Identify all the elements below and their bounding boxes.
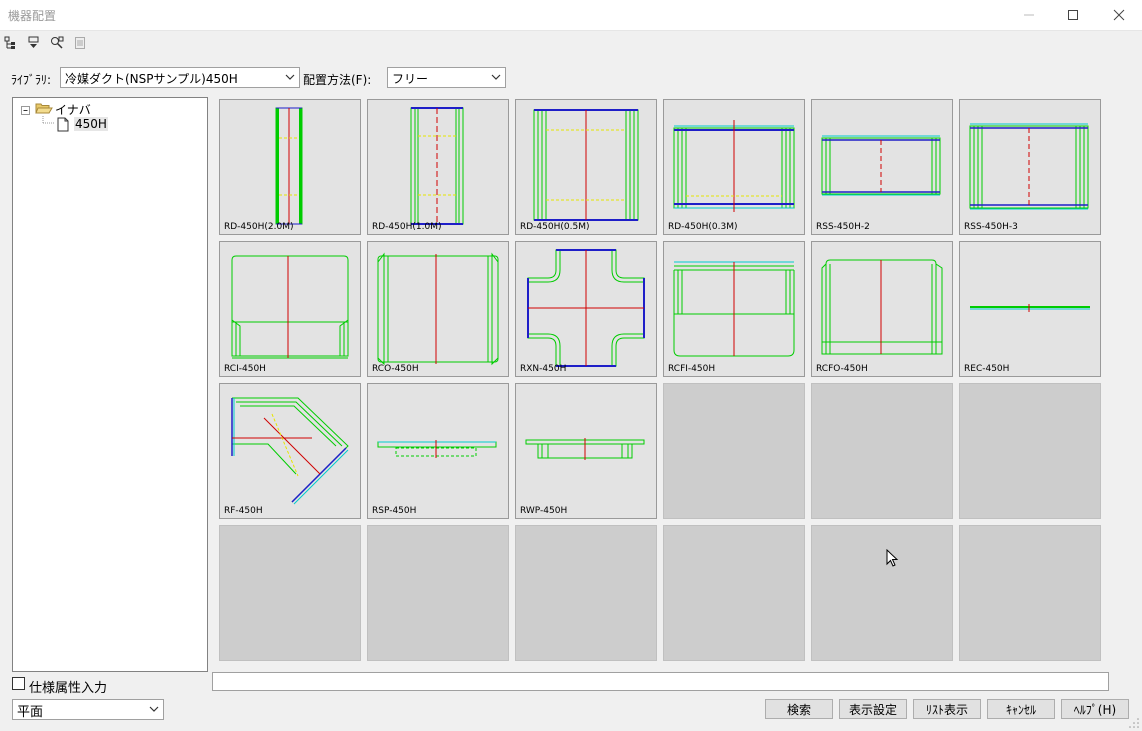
help-button[interactable]: ﾍﾙﾌﾟ(H) xyxy=(1061,699,1129,719)
item-thumbnail xyxy=(377,252,499,366)
empty-tile xyxy=(515,525,657,661)
item-grid: RD-450H(2.0M) RD-450H(1.0M) RD-450H(0.5M… xyxy=(212,92,1112,667)
placement-select[interactable]: フリー xyxy=(387,67,506,88)
empty-tile xyxy=(663,525,805,661)
item-tile[interactable]: RD-450H(0.3M) xyxy=(663,99,805,235)
item-label: RF-450H xyxy=(224,506,263,516)
tree-connector xyxy=(42,116,55,124)
item-tile[interactable]: RSS-450H-2 xyxy=(811,99,953,235)
placement-select-value: フリー xyxy=(392,72,429,86)
item-thumbnail xyxy=(527,249,645,367)
item-label: RSS-450H-2 xyxy=(816,222,870,232)
empty-tile xyxy=(663,383,805,519)
item-label: RCFI-450H xyxy=(668,364,716,374)
item-tile[interactable]: RWP-450H xyxy=(515,383,657,519)
item-label: RSP-450H xyxy=(372,506,417,516)
item-tile[interactable]: RXN-450H xyxy=(515,241,657,377)
empty-tile xyxy=(959,525,1101,661)
title-bar: 機器配置 xyxy=(0,0,1142,31)
item-tile[interactable]: RF-450H xyxy=(219,383,361,519)
view-select[interactable]: 平面 xyxy=(12,699,164,720)
status-field xyxy=(212,672,1109,691)
item-thumbnail xyxy=(673,261,795,357)
item-label: RCFO-450H xyxy=(816,364,868,374)
item-tile[interactable]: RSP-450H xyxy=(367,383,509,519)
display-settings-button[interactable]: 表示設定 xyxy=(839,699,907,719)
search-button[interactable]: 検索 xyxy=(765,699,833,719)
toolbar xyxy=(0,31,1142,57)
empty-tile xyxy=(367,525,509,661)
item-tile[interactable]: RCO-450H xyxy=(367,241,509,377)
library-select-value: 冷媒ダクト(NSPサンプル)450H xyxy=(65,72,238,86)
item-thumbnail xyxy=(410,107,464,225)
library-select[interactable]: 冷媒ダクト(NSPサンプル)450H xyxy=(60,67,300,88)
search-link-icon[interactable] xyxy=(48,34,66,52)
item-tile[interactable]: REC-450H xyxy=(959,241,1101,377)
empty-tile xyxy=(219,525,361,661)
item-label: RWP-450H xyxy=(520,506,568,516)
view-select-value: 平面 xyxy=(17,705,44,720)
item-label: RXN-450H xyxy=(520,364,567,374)
item-thumbnail xyxy=(970,304,1090,312)
empty-tile xyxy=(811,525,953,661)
item-thumbnail xyxy=(231,255,349,359)
library-label: ﾗｲﾌﾞﾗﾘ: xyxy=(11,73,52,87)
chevron-down-icon xyxy=(491,74,501,80)
item-thumbnail xyxy=(377,440,497,458)
item-tile[interactable]: RCI-450H xyxy=(219,241,361,377)
list-view-button[interactable]: ﾘｽﾄ表示 xyxy=(913,699,981,719)
tree-root-label[interactable]: イナバ xyxy=(55,101,91,118)
chevron-down-icon xyxy=(149,706,159,712)
mouse-cursor-icon xyxy=(886,549,899,567)
item-thumbnail xyxy=(673,120,795,212)
minimize-button[interactable] xyxy=(1006,0,1052,30)
tree-expand-icon[interactable] xyxy=(2,34,20,52)
item-label: RD-450H(2.0M) xyxy=(224,222,294,232)
item-tile[interactable]: RD-450H(0.5M) xyxy=(515,99,657,235)
item-thumbnail xyxy=(275,107,303,225)
item-thumbnail xyxy=(533,109,639,221)
item-label: RSS-450H-3 xyxy=(964,222,1018,232)
item-tile[interactable]: RD-450H(2.0M) xyxy=(219,99,361,235)
file-icon xyxy=(57,117,69,132)
item-label: REC-450H xyxy=(964,364,1010,374)
document-icon xyxy=(71,34,89,52)
empty-tile xyxy=(959,383,1101,519)
placement-label: 配置方法(F): xyxy=(303,73,372,87)
chevron-down-icon xyxy=(285,74,295,80)
item-thumbnail xyxy=(231,397,349,505)
empty-tile xyxy=(811,383,953,519)
resize-grip-icon[interactable] xyxy=(1128,717,1140,729)
item-label: RD-450H(1.0M) xyxy=(372,222,442,232)
maximize-button[interactable] xyxy=(1050,0,1096,30)
item-tile[interactable]: RCFO-450H xyxy=(811,241,953,377)
item-thumbnail xyxy=(821,135,941,196)
item-tile[interactable]: RD-450H(1.0M) xyxy=(367,99,509,235)
item-tile[interactable]: RCFI-450H xyxy=(663,241,805,377)
window-title: 機器配置 xyxy=(8,9,57,23)
tree-child-label[interactable]: 450H xyxy=(74,117,108,131)
folder-open-icon xyxy=(35,103,53,114)
cancel-button[interactable]: ｷｬﾝｾﾙ xyxy=(987,699,1055,719)
spec-attribute-label: 仕様属性入力 xyxy=(29,681,108,696)
item-label: RCI-450H xyxy=(224,364,266,374)
close-button[interactable] xyxy=(1096,0,1142,30)
item-thumbnail xyxy=(969,123,1089,210)
item-tile[interactable]: RSS-450H-3 xyxy=(959,99,1101,235)
tree-collapse-icon[interactable] xyxy=(25,34,43,52)
item-label: RD-450H(0.3M) xyxy=(668,222,738,232)
item-label: RD-450H(0.5M) xyxy=(520,222,590,232)
item-thumbnail xyxy=(821,259,943,355)
tree-lines xyxy=(21,106,30,115)
item-thumbnail xyxy=(525,438,645,460)
library-tree[interactable]: イナバ 450H xyxy=(12,97,208,672)
spec-attribute-checkbox[interactable] xyxy=(12,677,25,690)
item-label: RCO-450H xyxy=(372,364,419,374)
